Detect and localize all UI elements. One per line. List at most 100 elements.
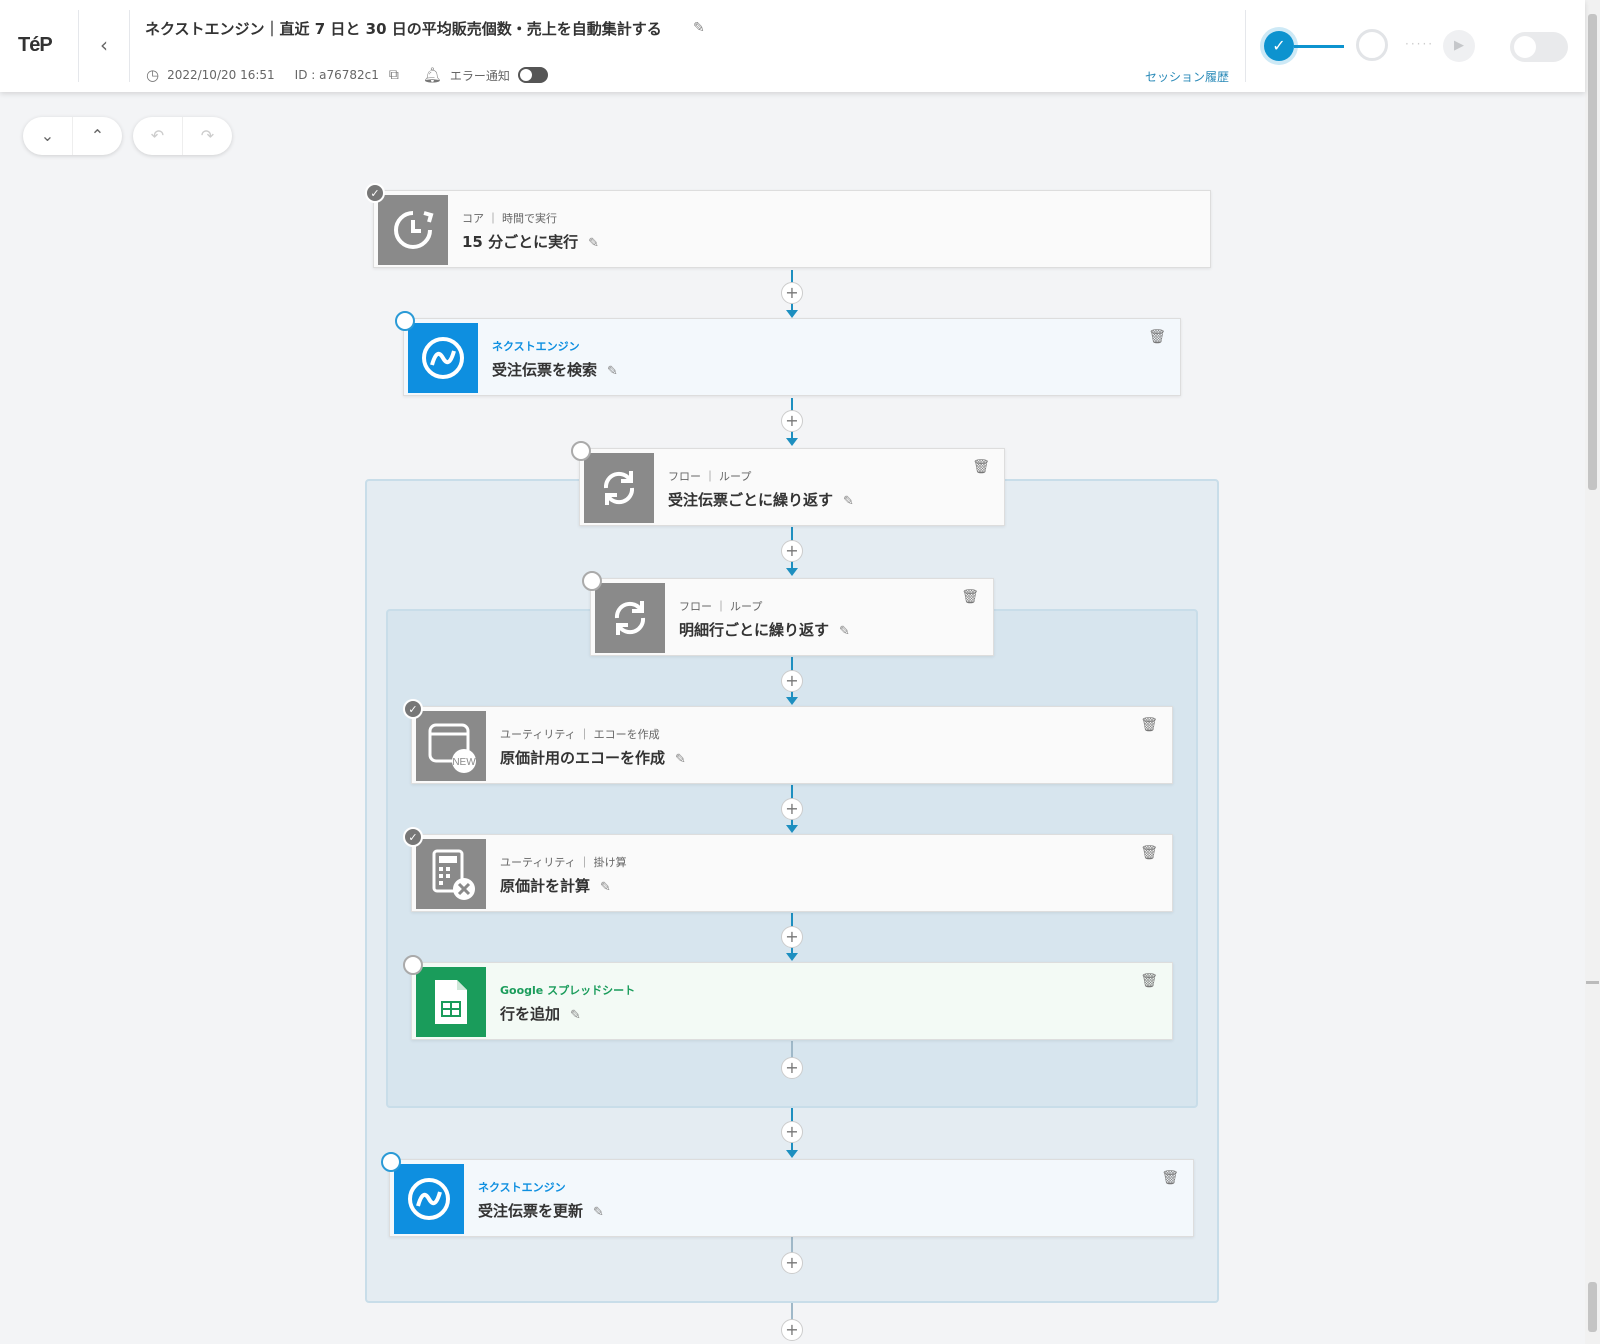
add-step-button[interactable]: + <box>781 1121 803 1143</box>
step-card-multiply[interactable]: ユーティリティ ｜ 掛け算 原価計を計算 ✎ 🗑 ✓ <box>403 827 1173 912</box>
scrollbar-marker <box>1586 981 1599 984</box>
recipe-enable-toggle[interactable] <box>1510 32 1568 62</box>
delete-step-icon[interactable]: 🗑 <box>1140 845 1158 861</box>
connector-arrow <box>786 568 798 576</box>
edit-step-icon[interactable]: ✎ <box>839 624 850 639</box>
delete-step-icon[interactable]: 🗑 <box>1148 329 1166 345</box>
step-name: 明細行ごとに繰り返す ✎ <box>679 621 850 639</box>
step-category: ネクストエンジン <box>492 340 580 353</box>
run-button[interactable]: ▶ <box>1443 30 1475 62</box>
recipe-title: ネクストエンジン｜直近 7 日と 30 日の平均販売個数・売上を自動集計する <box>145 20 662 38</box>
delete-step-icon[interactable]: 🗑 <box>972 459 990 475</box>
step-category: フロー ｜ ループ <box>668 470 752 483</box>
edit-title-icon[interactable]: ✎ <box>693 20 705 36</box>
step-card-loop-lines[interactable]: フロー ｜ ループ 明細行ごとに繰り返す ✎ 🗑 <box>582 571 994 656</box>
add-step-button[interactable]: + <box>781 926 803 948</box>
step-status-pending-icon <box>571 441 591 461</box>
step-card-create-echo[interactable]: NEW ユーティリティ ｜ エコーを作成 原価計用のエコーを作成 ✎ 🗑 ✓ <box>403 699 1173 784</box>
step-card-trigger[interactable]: コア ｜ 時間で実行 15 分ごとに実行 ✎ ✓ <box>365 183 1211 268</box>
step-current-indicator[interactable] <box>1356 29 1388 61</box>
tepra-logo: TéP <box>18 34 53 56</box>
step-dots: ····· <box>1405 37 1435 51</box>
loop-icon <box>584 453 654 523</box>
step-progress-bar <box>1294 45 1344 48</box>
error-notify-label: エラー通知 <box>449 68 510 83</box>
step-card-loop-orders[interactable]: フロー ｜ ループ 受注伝票ごとに繰り返す ✎ 🗑 <box>571 441 1005 526</box>
vertical-scrollbar[interactable] <box>1585 0 1600 1344</box>
step-name: 行を追加 ✎ <box>500 1005 581 1023</box>
delete-step-icon[interactable]: 🗑 <box>1140 973 1158 989</box>
divider <box>78 10 79 82</box>
svg-text:NEW: NEW <box>452 757 476 768</box>
recipe-meta: ◷ 2022/10/20 16:51 ID : a76782c1 ⧉ 🔔︎ エラ… <box>146 66 548 84</box>
connector-arrow <box>786 953 798 961</box>
add-step-button[interactable]: + <box>781 1252 803 1274</box>
step-category: コア ｜ 時間で実行 <box>462 212 557 225</box>
undo-redo-group: ↶ ↷ <box>133 117 232 155</box>
copy-icon[interactable]: ⧉ <box>389 67 399 83</box>
clock-icon <box>378 195 448 265</box>
step-category: フロー ｜ ループ <box>679 600 763 613</box>
back-button[interactable]: ‹ <box>92 30 116 60</box>
undo-button[interactable]: ↶ <box>133 117 182 155</box>
step-status-pending-icon <box>582 571 602 591</box>
scrollbar-thumb-lower[interactable] <box>1588 1282 1597 1332</box>
error-notify-toggle[interactable] <box>517 67 548 83</box>
updated-datetime: 2022/10/20 16:51 <box>167 68 275 82</box>
step-status-done-icon: ✓ <box>403 827 423 847</box>
step-complete-icon[interactable]: ✓ <box>1264 31 1294 61</box>
add-step-button[interactable]: + <box>781 282 803 304</box>
edit-step-icon[interactable]: ✎ <box>675 752 686 767</box>
nextengine-icon <box>408 323 478 393</box>
add-step-button[interactable]: + <box>781 1057 803 1079</box>
bell-icon: 🔔︎ <box>422 66 442 84</box>
add-step-button[interactable]: + <box>781 540 803 562</box>
step-card-nextengine-search[interactable]: ネクストエンジン 受注伝票を検索 ✎ 🗑 <box>395 311 1181 396</box>
step-name: 原価計用のエコーを作成 ✎ <box>500 749 686 767</box>
session-history-link[interactable]: セッション履歴 <box>1145 68 1229 85</box>
step-card-nextengine-update[interactable]: ネクストエンジン 受注伝票を更新 ✎ 🗑 <box>381 1152 1194 1237</box>
step-category: ユーティリティ ｜ 掛け算 <box>500 856 627 869</box>
expand-all-button[interactable]: ⌃ <box>72 117 122 155</box>
step-category: ユーティリティ ｜ エコーを作成 <box>500 728 660 741</box>
step-status-done-icon: ✓ <box>403 699 423 719</box>
clock-icon: ◷ <box>146 66 160 84</box>
step-name: 受注伝票を検索 ✎ <box>492 361 618 379</box>
collapse-all-button[interactable]: ⌄ <box>23 117 72 155</box>
step-name: 原価計を計算 ✎ <box>500 877 611 895</box>
step-status-pending-icon <box>403 955 423 975</box>
edit-step-icon[interactable]: ✎ <box>600 880 611 895</box>
step-name: 受注伝票を更新 ✎ <box>478 1202 604 1220</box>
connector-arrow <box>786 697 798 705</box>
step-status-pending-icon <box>395 311 415 331</box>
edit-step-icon[interactable]: ✎ <box>607 364 618 379</box>
delete-step-icon[interactable]: 🗑 <box>1161 1170 1179 1186</box>
delete-step-icon[interactable]: 🗑 <box>961 589 979 605</box>
add-step-button[interactable]: + <box>781 798 803 820</box>
connector-arrow <box>786 438 798 446</box>
edit-step-icon[interactable]: ✎ <box>588 236 599 251</box>
edit-step-icon[interactable]: ✎ <box>843 494 854 509</box>
nextengine-icon <box>394 1164 464 1234</box>
collapse-expand-group: ⌄ ⌃ <box>23 117 122 155</box>
connector-arrow <box>786 825 798 833</box>
edit-step-icon[interactable]: ✎ <box>570 1008 581 1023</box>
step-name: 15 分ごとに実行 ✎ <box>462 233 600 251</box>
step-category: Google スプレッドシート <box>500 984 636 997</box>
add-step-button[interactable]: + <box>781 410 803 432</box>
new-echo-icon: NEW <box>416 711 486 781</box>
add-step-button[interactable]: + <box>781 1319 803 1341</box>
add-step-button[interactable]: + <box>781 670 803 692</box>
divider <box>129 10 130 82</box>
loop-icon <box>595 583 665 653</box>
redo-button[interactable]: ↷ <box>182 117 232 155</box>
edit-step-icon[interactable]: ✎ <box>593 1205 604 1220</box>
step-card-google-sheets[interactable]: Google スプレッドシート 行を追加 ✎ 🗑 <box>403 955 1173 1040</box>
scrollbar-thumb[interactable] <box>1588 14 1597 490</box>
top-header: TéP ‹ ネクストエンジン｜直近 7 日と 30 日の平均販売個数・売上を自動… <box>0 0 1585 92</box>
google-sheets-icon <box>416 967 486 1037</box>
step-name: 受注伝票ごとに繰り返す ✎ <box>668 491 854 509</box>
delete-step-icon[interactable]: 🗑 <box>1140 717 1158 733</box>
calculator-icon <box>416 839 486 909</box>
connector-arrow <box>786 1150 798 1158</box>
